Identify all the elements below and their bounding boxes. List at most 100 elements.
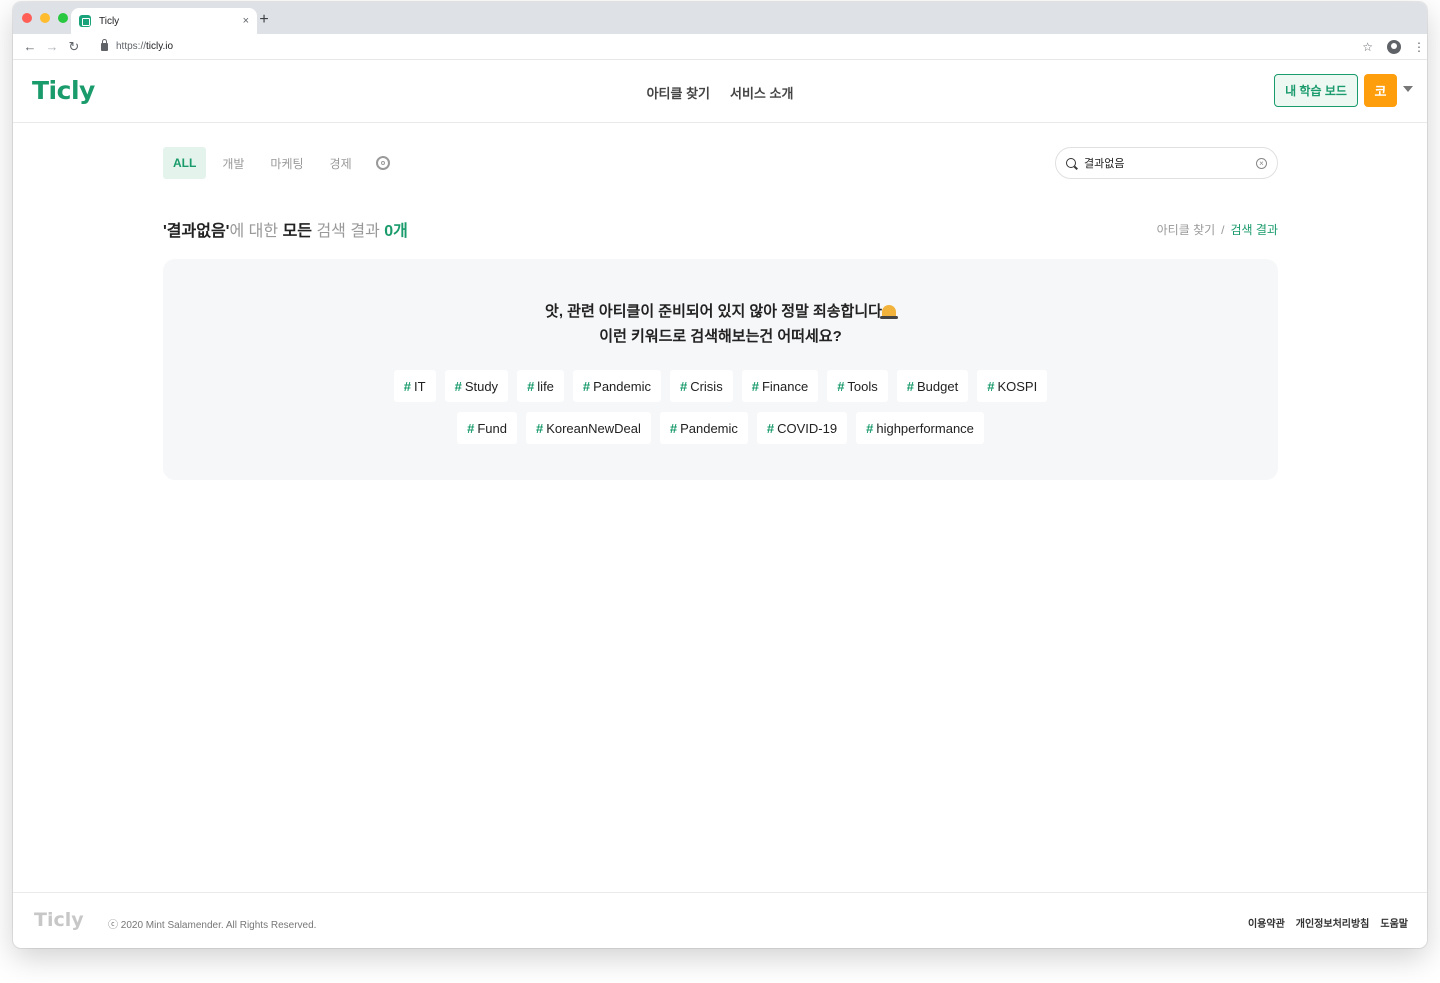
- browser-window: Ticly × + ← → ↻ https://ticly.io ☆ ⋮ Tic…: [13, 2, 1427, 948]
- back-button[interactable]: ←: [19, 39, 41, 54]
- tag-kospi[interactable]: # KOSPI: [977, 370, 1048, 402]
- tag-label: life: [537, 378, 554, 394]
- tag-life[interactable]: # life: [517, 370, 564, 402]
- tag-label: KOSPI: [997, 378, 1038, 394]
- category-tab-economy[interactable]: 경제: [320, 147, 362, 179]
- suggested-tags-row: # Fund # KoreanNewDeal # Pandemic # COVID-19…: [457, 412, 984, 444]
- category-tab-marketing[interactable]: 마케팅: [260, 147, 313, 179]
- maximize-window-button[interactable]: [58, 13, 68, 23]
- tag-study[interactable]: # Study: [444, 370, 509, 402]
- result-text-about: 에 대한: [229, 223, 283, 240]
- main-nav: 아티클 찾기 서비스 소개: [13, 83, 1427, 102]
- hash-symbol: #: [454, 378, 462, 394]
- result-text-results: 검색 결과: [312, 223, 385, 240]
- breadcrumb: 아티클 찾기 / 검색 결과: [1157, 221, 1278, 238]
- result-summary-row: '결과없음'에 대한 모든 검색 결과 0개 아티클 찾기 / 검색 결과: [163, 217, 1278, 241]
- tab-title: Ticly: [99, 15, 120, 27]
- reload-button[interactable]: ↻: [63, 39, 85, 55]
- footer-logo: Ticly: [34, 909, 84, 931]
- tag-pandemic-2[interactable]: # Pandemic: [659, 412, 748, 444]
- lock-icon: [101, 38, 108, 51]
- hash-symbol: #: [467, 420, 475, 436]
- tag-fund[interactable]: # Fund: [457, 412, 517, 444]
- tag-label: Budget: [917, 378, 959, 394]
- close-window-button[interactable]: [22, 13, 32, 23]
- my-learning-board-button[interactable]: 내 학습 보드: [1274, 74, 1358, 107]
- breadcrumb-search-results: 검색 결과: [1230, 223, 1279, 237]
- url-host: ticly.io: [146, 41, 174, 52]
- footer-links: 이용약관 개인정보처리방침 도움말: [1248, 915, 1408, 930]
- hash-symbol: #: [679, 378, 688, 394]
- tag-covid-19[interactable]: # COVID-19: [756, 412, 848, 444]
- tag-tools[interactable]: # Tools: [827, 370, 888, 402]
- tag-koreannewdeal[interactable]: # KoreanNewDeal: [525, 412, 651, 444]
- tag-label: Pandemic: [593, 378, 651, 394]
- tag-label: highperformance: [876, 420, 974, 436]
- breadcrumb-separator: /: [1221, 223, 1225, 237]
- address-bar[interactable]: https://ticly.io: [95, 37, 1356, 57]
- suggested-tags: # IT # Study # life # Pandemic # Crisis # Fina…: [163, 370, 1278, 444]
- browser-tab[interactable]: Ticly ×: [71, 8, 257, 34]
- filter-bar: ALL 개발 마케팅 경제 ×: [163, 147, 1278, 179]
- tag-label: Pandemic: [680, 420, 738, 436]
- result-text-all: 모든: [282, 223, 313, 240]
- breadcrumb-find-articles[interactable]: 아티클 찾기: [1157, 223, 1216, 237]
- hash-symbol: #: [582, 378, 591, 394]
- copyright-text: ⓒ 2020 Mint Salamender. All Rights Reser…: [108, 920, 317, 931]
- user-avatar-button[interactable]: 코: [1364, 74, 1397, 107]
- tag-budget[interactable]: # Budget: [896, 370, 969, 402]
- tab-close-icon[interactable]: ×: [243, 15, 249, 27]
- result-count: 0개: [384, 223, 408, 240]
- window-controls: [22, 13, 68, 23]
- tag-label: Finance: [761, 378, 809, 394]
- tag-crisis[interactable]: # Crisis: [669, 370, 733, 402]
- main-content: ALL 개발 마케팅 경제 × '결과없음'에 대한 모든 검색 결과 0개 아…: [163, 147, 1278, 480]
- site-footer: Ticly ⓒ 2020 Mint Salamender. All Rights…: [13, 892, 1427, 948]
- tag-finance[interactable]: # Finance: [741, 370, 819, 402]
- nav-service-intro[interactable]: 서비스 소개: [730, 83, 793, 102]
- category-tab-development[interactable]: 개발: [212, 147, 254, 179]
- minimize-window-button[interactable]: [40, 13, 50, 23]
- tag-highperformance[interactable]: # highperformance: [856, 412, 984, 444]
- browser-tabstrip: Ticly × +: [13, 2, 1427, 34]
- tag-it[interactable]: # IT: [393, 370, 436, 402]
- suggested-tags-row: # IT # Study # life # Pandemic # Crisis # Fina…: [393, 370, 1048, 402]
- hash-symbol: #: [527, 378, 535, 394]
- hash-symbol: #: [669, 420, 678, 436]
- hash-symbol: #: [403, 378, 412, 394]
- hash-symbol: #: [751, 378, 759, 394]
- search-keyword: '결과없음': [163, 223, 230, 240]
- nav-find-articles[interactable]: 아티클 찾기: [647, 83, 710, 102]
- url-scheme: https://: [116, 41, 147, 52]
- category-tab-all[interactable]: ALL: [163, 147, 207, 179]
- new-tab-button[interactable]: +: [257, 11, 271, 29]
- tag-pandemic[interactable]: # Pandemic: [572, 370, 661, 402]
- category-settings-gear-icon[interactable]: [375, 156, 390, 170]
- hash-symbol: #: [906, 378, 915, 394]
- search-input[interactable]: [1084, 157, 1256, 169]
- browser-menu-icon[interactable]: ⋮: [1413, 40, 1425, 54]
- hash-symbol: #: [866, 420, 874, 436]
- hash-symbol: #: [535, 420, 544, 436]
- footer-link-help[interactable]: 도움말: [1380, 915, 1408, 930]
- ticly-favicon-icon: [79, 15, 91, 27]
- tag-label: KoreanNewDeal: [546, 420, 641, 436]
- tag-label: COVID-19: [777, 420, 838, 436]
- sorry-emoji-icon: [879, 305, 898, 319]
- empty-message-line1: 앗, 관련 아티클이 준비되어 있지 않아 정말 죄송합니다: [163, 299, 1278, 324]
- account-dropdown-caret-icon[interactable]: [1403, 86, 1413, 92]
- search-box: ×: [1055, 147, 1278, 179]
- result-heading: '결과없음'에 대한 모든 검색 결과 0개: [163, 217, 1278, 241]
- clear-search-icon[interactable]: ×: [1256, 157, 1267, 169]
- footer-link-terms[interactable]: 이용약관: [1248, 915, 1285, 930]
- empty-message: 앗, 관련 아티클이 준비되어 있지 않아 정말 죄송합니다 이런 키워드로 검…: [163, 299, 1278, 349]
- tag-label: Study: [464, 378, 499, 394]
- profile-icon[interactable]: [1387, 39, 1401, 54]
- empty-results-panel: 앗, 관련 아티클이 준비되어 있지 않아 정말 죄송합니다 이런 키워드로 검…: [163, 259, 1278, 480]
- bookmark-star-icon[interactable]: ☆: [1362, 40, 1373, 54]
- forward-button[interactable]: →: [41, 39, 63, 54]
- empty-message-line2: 이런 키워드로 검색해보는건 어떠세요?: [599, 328, 842, 345]
- hash-symbol: #: [766, 420, 775, 436]
- empty-message-line1-text: 앗, 관련 아티클이 준비되어 있지 않아 정말 죄송합니다: [545, 303, 882, 320]
- footer-link-privacy[interactable]: 개인정보처리방침: [1296, 915, 1370, 930]
